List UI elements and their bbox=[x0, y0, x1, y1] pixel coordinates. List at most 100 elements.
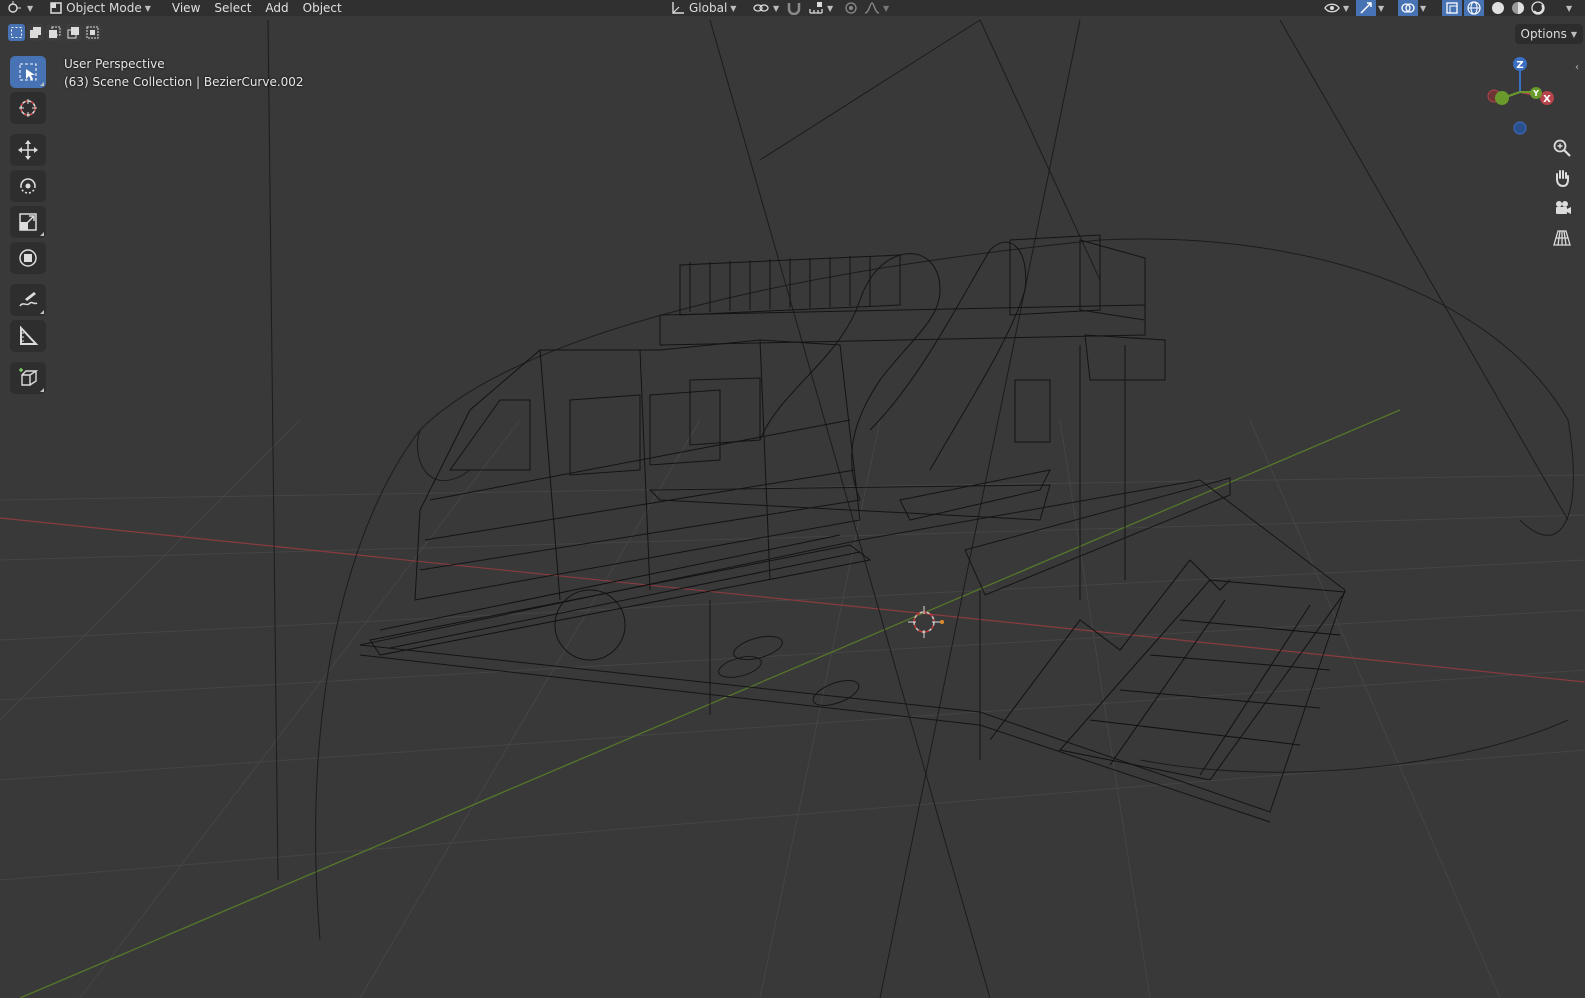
select-intersect-button[interactable] bbox=[84, 24, 101, 41]
annotate-tool[interactable] bbox=[10, 284, 46, 316]
x-axis-line bbox=[0, 517, 1585, 683]
select-new-button[interactable] bbox=[8, 24, 25, 41]
chevron-down-icon[interactable]: ▼ bbox=[1420, 4, 1426, 13]
navigation-buttons bbox=[1549, 136, 1575, 250]
xray-toggle[interactable] bbox=[1442, 0, 1462, 16]
gizmo-toggle[interactable] bbox=[1356, 0, 1376, 16]
orientation-axes-icon bbox=[672, 2, 684, 14]
platform-wireframe bbox=[359, 477, 1346, 823]
tool-variants-indicator bbox=[40, 232, 44, 236]
overlays-icon bbox=[1401, 3, 1415, 13]
cursor-icon bbox=[19, 99, 37, 117]
snap-target-dropdown[interactable]: ▼ bbox=[802, 0, 839, 16]
sidebar-toggle-icon[interactable]: ‹ bbox=[1575, 62, 1585, 74]
select-box-tool[interactable] bbox=[10, 56, 46, 88]
select-intersect-icon bbox=[86, 26, 99, 39]
chevron-down-icon: ▼ bbox=[773, 3, 780, 13]
3d-cursor-icon[interactable] bbox=[908, 606, 944, 638]
chevron-down-icon: ▼ bbox=[144, 3, 151, 13]
shading-wireframe-button[interactable] bbox=[1464, 0, 1484, 16]
link-icon bbox=[753, 4, 769, 12]
tool-variants-indicator bbox=[40, 82, 44, 86]
magnet-icon bbox=[787, 3, 801, 15]
rotate-icon bbox=[20, 178, 36, 194]
chevron-down-icon: ▼ bbox=[27, 3, 34, 13]
rendered-sphere-icon bbox=[1531, 1, 1545, 15]
navigation-gizmo[interactable]: Z X Y bbox=[1475, 52, 1585, 142]
select-extend-button[interactable] bbox=[27, 24, 44, 41]
selection-mode-group bbox=[8, 24, 101, 41]
select-subtract-button[interactable] bbox=[46, 24, 63, 41]
camera-icon bbox=[1556, 201, 1571, 214]
falloff-dropdown[interactable]: ▼ bbox=[858, 0, 895, 16]
chevron-down-icon[interactable]: ▼ bbox=[1378, 4, 1384, 13]
hand-icon bbox=[1556, 170, 1569, 188]
grid-perspective-icon bbox=[1553, 230, 1571, 246]
mode-dropdown[interactable]: Object Mode ▼ bbox=[43, 0, 157, 16]
viewport-info: User Perspective (63) Scene Collection |… bbox=[64, 55, 304, 91]
camera-view-button[interactable] bbox=[1549, 196, 1575, 220]
add-cube-tool[interactable] bbox=[10, 362, 46, 394]
gizmo-y-label: Y bbox=[1532, 89, 1539, 98]
select-subtract-icon bbox=[49, 26, 61, 38]
chevron-down-icon: ▼ bbox=[730, 3, 737, 13]
tool-variants-indicator bbox=[40, 310, 44, 314]
gizmo-icon bbox=[1360, 2, 1372, 14]
transform-orientation-dropdown[interactable]: Global ▼ bbox=[664, 0, 742, 16]
gizmo-x-label: X bbox=[1543, 94, 1551, 105]
pan-button[interactable] bbox=[1549, 166, 1575, 190]
perspective-toggle-button[interactable] bbox=[1549, 226, 1575, 250]
move-icon bbox=[18, 140, 38, 160]
options-label: Options bbox=[1520, 27, 1567, 41]
select-invert-icon bbox=[67, 27, 79, 39]
shading-rendered-button[interactable] bbox=[1525, 0, 1551, 16]
scale-icon bbox=[19, 213, 37, 231]
select-box-icon bbox=[19, 63, 37, 81]
snap-increment-icon bbox=[809, 2, 823, 14]
3d-viewport[interactable] bbox=[0, 0, 1585, 998]
xray-icon bbox=[1446, 2, 1458, 14]
transform-icon bbox=[19, 249, 37, 267]
tool-shelf bbox=[8, 54, 48, 396]
chevron-down-icon: ▼ bbox=[827, 3, 834, 13]
annotate-icon bbox=[19, 292, 38, 307]
view3d-icon bbox=[8, 1, 21, 13]
zoom-icon bbox=[1553, 139, 1571, 157]
options-dropdown[interactable]: Options ▼ bbox=[1514, 24, 1583, 44]
proportional-edit-icon bbox=[845, 2, 857, 14]
measure-tool[interactable] bbox=[10, 320, 46, 352]
cylinders bbox=[718, 635, 860, 706]
mode-label: Object Mode bbox=[66, 1, 142, 15]
select-new-icon bbox=[11, 27, 22, 38]
transform-tool[interactable] bbox=[10, 242, 46, 274]
menu-object[interactable]: Object bbox=[296, 1, 349, 15]
gizmo-z-label: Z bbox=[1516, 60, 1523, 71]
scale-tool[interactable] bbox=[10, 206, 46, 238]
viewport-header: ▼ Object Mode ▼ View Select Add Object G… bbox=[0, 0, 1585, 16]
eye-icon bbox=[1324, 3, 1340, 13]
chevron-down-icon: ▼ bbox=[1343, 3, 1350, 13]
overlays-toggle[interactable] bbox=[1398, 0, 1418, 16]
select-invert-button[interactable] bbox=[65, 24, 82, 41]
chevron-down-icon[interactable]: ▼ bbox=[1566, 4, 1572, 13]
add-cube-icon bbox=[19, 368, 39, 386]
move-tool[interactable] bbox=[10, 134, 46, 166]
editor-type-button[interactable]: ▼ bbox=[0, 0, 39, 16]
solid-sphere-icon bbox=[1492, 2, 1504, 14]
perspective-label: User Perspective bbox=[64, 57, 165, 71]
collection-label: (63) Scene Collection | BezierCurve.002 bbox=[64, 75, 304, 89]
cursor-tool[interactable] bbox=[10, 92, 46, 124]
falloff-curve-icon bbox=[864, 2, 880, 14]
zoom-button[interactable] bbox=[1549, 136, 1575, 160]
select-extend-icon bbox=[30, 27, 41, 38]
menu-select[interactable]: Select bbox=[207, 1, 258, 15]
menu-view[interactable]: View bbox=[165, 1, 207, 15]
material-sphere-icon bbox=[1512, 2, 1524, 14]
object-mode-icon bbox=[50, 2, 62, 14]
visibility-dropdown[interactable]: ▼ bbox=[1318, 0, 1355, 16]
station-wireframe bbox=[648, 234, 1166, 600]
rotate-tool[interactable] bbox=[10, 170, 46, 202]
gizmo-neg-y-axis[interactable] bbox=[1495, 91, 1509, 105]
menu-add[interactable]: Add bbox=[258, 1, 295, 15]
gizmo-neg-z-axis[interactable] bbox=[1513, 121, 1527, 135]
